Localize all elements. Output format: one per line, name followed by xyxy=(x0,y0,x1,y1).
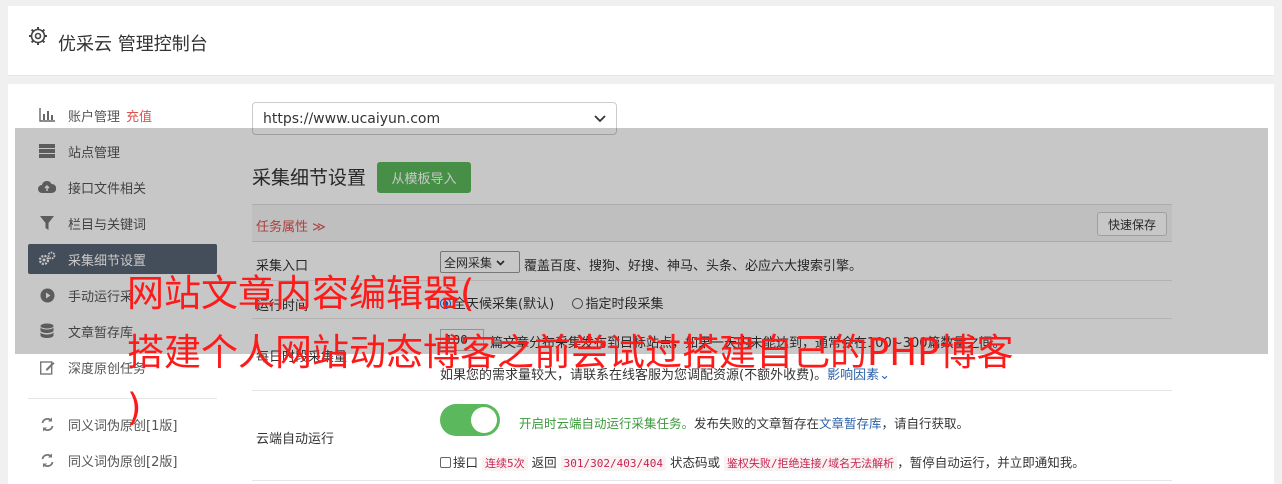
sidebar-divider xyxy=(28,398,217,399)
watermark-line-1: 网站文章内容编辑器( xyxy=(127,272,475,315)
tag-status-codes: 301/302/403/404 xyxy=(560,456,666,471)
sidebar-item-account[interactable]: 账户管理 充值 xyxy=(28,100,217,130)
row-label-cloud: 云端自动运行 xyxy=(256,432,335,447)
sidebar-item-synonym-v2[interactable]: 同义词伪原创[2版] xyxy=(28,445,217,475)
top-bar: 优采云 管理控制台 xyxy=(8,6,1274,76)
sidebar-item-label: 同义词伪原创[2版] xyxy=(68,454,178,470)
watermark-line-3: ) xyxy=(127,386,142,429)
chevron-down-icon xyxy=(594,111,606,127)
row-divider xyxy=(252,390,1172,391)
gear-icon xyxy=(28,26,48,46)
watermark-line-2: 搭建个人网站动态博客之前尝试过搭建自己的PHP博客 xyxy=(127,331,1014,374)
toggle-knob xyxy=(471,407,497,433)
checkbox-label: 接口 xyxy=(453,455,479,470)
page-title: 优采云 管理控制台 xyxy=(58,34,208,55)
tag-consecutive: 连续5次 xyxy=(482,456,528,471)
overlay-band xyxy=(15,128,1268,354)
row-divider xyxy=(252,480,1172,481)
text-status: 状态码或 xyxy=(669,455,720,470)
sidebar-item-label: 同义词伪原创[1版] xyxy=(68,418,178,434)
sidebar-item-synonym-v1[interactable]: 同义词伪原创[1版] xyxy=(28,409,217,439)
text-return: 返回 xyxy=(531,455,557,470)
cloud-on-text: 开启时云端自动运行采集任务。 xyxy=(519,416,695,431)
cloud-description: 开启时云端自动运行采集任务。发布失败的文章暂存在文章暂存库，请自行获取。 xyxy=(519,413,969,432)
refresh-icon xyxy=(38,415,56,433)
sidebar-item-label: 账户管理 xyxy=(68,109,121,125)
text-end: ，暂停自动运行，并立即通知我。 xyxy=(897,455,1085,470)
cloud-tail-text: ，请自行获取。 xyxy=(881,416,970,431)
article-store-link[interactable]: 文章暂存库 xyxy=(819,416,882,431)
site-select-value: https://www.ucaiyun.com xyxy=(263,110,441,127)
edit-icon xyxy=(38,358,56,376)
cloud-auto-run-toggle[interactable] xyxy=(440,404,500,436)
interface-checkbox[interactable] xyxy=(440,457,451,468)
tag-auth-failure: 鉴权失败/拒绝连接/域名无法解析 xyxy=(723,456,898,471)
cloud-mid-text: 发布失败的文章暂存在 xyxy=(694,416,820,431)
interface-failure-option: 接口 连续5次 返回 301/302/403/404 状态码或 鉴权失败/拒绝连… xyxy=(440,452,1085,471)
bar-chart-icon xyxy=(38,106,56,124)
recharge-link[interactable]: 充值 xyxy=(126,106,152,125)
refresh-icon xyxy=(38,451,56,469)
